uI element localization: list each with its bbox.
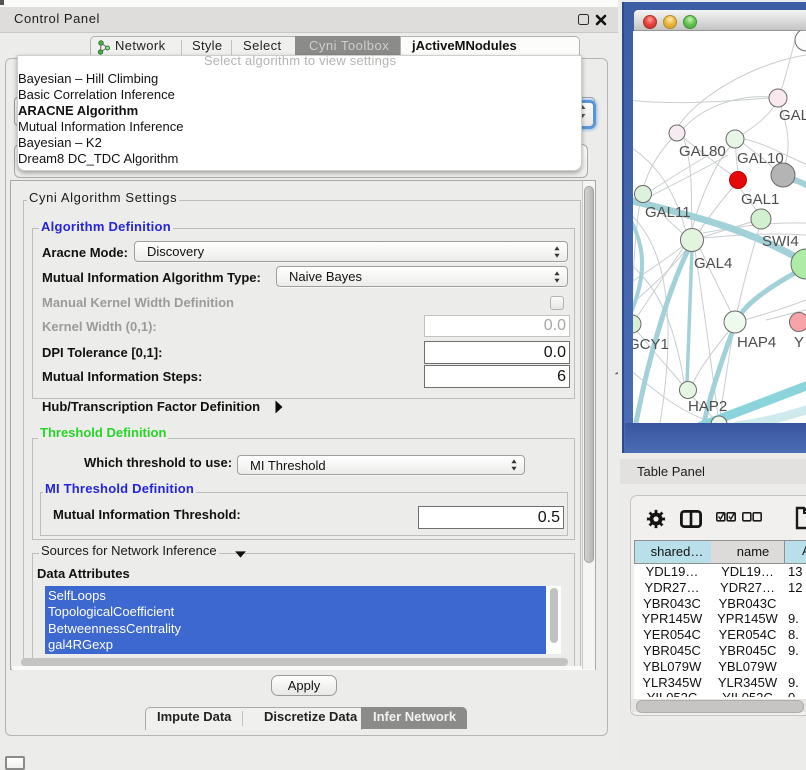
svg-text:HAP4: HAP4 [737, 334, 776, 351]
svg-text:GAL10: GAL10 [737, 150, 784, 167]
svg-text:SWI4: SWI4 [762, 233, 799, 250]
svg-text:GAL80: GAL80 [679, 143, 726, 160]
svg-text:Y: Y [794, 334, 804, 351]
svg-text:GAL4: GAL4 [694, 255, 732, 272]
svg-text:GAL1: GAL1 [741, 191, 779, 208]
svg-text:GAL11: GAL11 [645, 204, 691, 221]
svg-text:HAP2: HAP2 [688, 398, 727, 415]
svg-text:GAL: GAL [779, 107, 806, 124]
svg-text:GCY1: GCY1 [633, 336, 669, 353]
